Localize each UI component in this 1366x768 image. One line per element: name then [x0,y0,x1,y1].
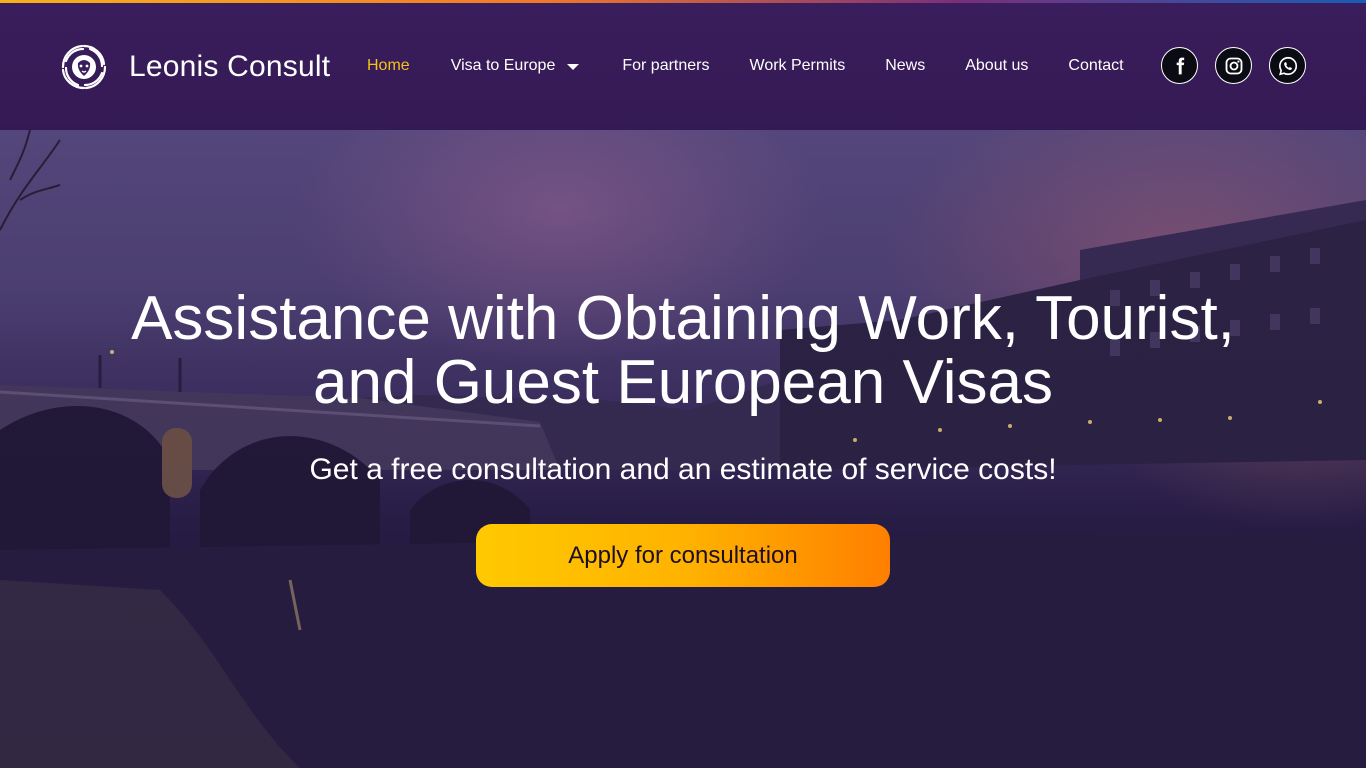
nav-item-label: News [885,57,926,74]
nav-item-label: Work Permits [749,57,846,74]
top-accent-bar [0,0,1366,3]
whatsapp-link[interactable] [1269,47,1306,84]
nav-item-label: About us [965,57,1029,74]
hero-overlay [0,130,1366,768]
nav-item-label: Home [367,57,410,74]
hero-headline: Assistance with Obtaining Work, Tourist,… [0,287,1366,415]
hero-headline-line1: Assistance with Obtaining Work, Tourist, [131,284,1235,353]
instagram-icon [1225,57,1242,74]
hero-section: Assistance with Obtaining Work, Tourist,… [0,130,1366,768]
instagram-link[interactable] [1215,47,1252,84]
brand-logo-link[interactable]: Leonis Consult [60,43,330,91]
nav-item-visa-to-europe[interactable]: Visa to Europe [451,57,580,75]
facebook-link[interactable] [1161,47,1198,84]
nav-item-news[interactable]: News [885,57,925,75]
nav-item-label: For partners [622,57,710,74]
apply-for-consultation-button[interactable]: Apply for consultation [476,524,890,587]
hero-subheadline: Get a free consultation and an estimate … [309,453,1057,486]
lion-swirl-logo-icon [61,44,107,90]
whatsapp-icon [1278,56,1297,75]
nav-item-contact[interactable]: Contact [1068,57,1123,75]
main-nav: Home Visa to Europe For partners Work Pe… [367,56,1124,76]
nav-item-for-partners[interactable]: For partners [622,57,709,75]
social-links [1161,47,1306,84]
nav-item-about-us[interactable]: About us [965,57,1028,75]
nav-item-home[interactable]: Home [367,57,410,75]
chevron-down-icon [567,63,580,70]
site-header: Leonis Consult Home Visa to Europe For p… [0,3,1366,130]
nav-item-work-permits[interactable]: Work Permits [750,57,846,75]
facebook-icon [1176,57,1184,74]
nav-item-label: Contact [1068,57,1124,74]
hero-headline-line2: and Guest European Visas [313,348,1053,417]
brand-name: Leonis Consult [129,50,331,83]
nav-item-label: Visa to Europe [450,57,556,74]
